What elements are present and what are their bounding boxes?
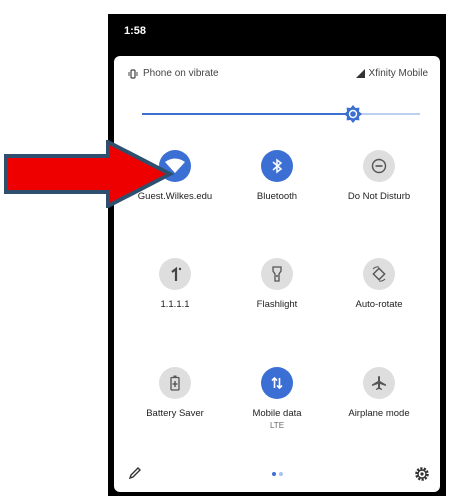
settings-button[interactable] [414, 466, 430, 487]
tile-do-not-disturb-button[interactable] [363, 150, 395, 182]
page-indicator [272, 472, 286, 476]
tile-bluetooth-label: Bluetooth [256, 191, 298, 202]
edit-button[interactable] [128, 466, 142, 485]
tile-flashlight[interactable]: Flashlight [224, 258, 330, 310]
brightness-icon[interactable] [344, 105, 362, 123]
tile-mobile-data-button[interactable] [261, 367, 293, 399]
status-bar: 1:58 [108, 14, 446, 54]
tile-vpn-button[interactable] [159, 258, 191, 290]
tile-flashlight-label: Flashlight [256, 299, 298, 310]
mobile-data-icon [271, 376, 283, 390]
ringer-status[interactable]: Phone on vibrate [128, 68, 219, 79]
tile-vpn-label: 1.1.1.1 [160, 299, 190, 310]
tile-airplane-mode[interactable]: Airplane mode [326, 367, 432, 419]
pencil-icon [128, 467, 141, 480]
bluetooth-icon [272, 158, 283, 174]
tile-auto-rotate[interactable]: Auto-rotate [326, 258, 432, 310]
carrier-label: Xfinity Mobile [368, 68, 428, 79]
battery-saver-icon [170, 375, 180, 391]
auto-rotate-icon [372, 266, 386, 282]
brightness-track-empty [353, 113, 420, 115]
tile-battery-saver-label: Battery Saver [146, 408, 204, 419]
annotation-arrow [4, 140, 174, 208]
tile-bluetooth[interactable]: Bluetooth [224, 150, 330, 202]
gear-icon [415, 467, 429, 481]
tile-battery-saver[interactable]: Battery Saver [122, 367, 228, 419]
page-dot-active[interactable] [272, 472, 276, 476]
phone-screen: 1:58 Phone on vibrate Xfinity Mobile Gue… [108, 14, 446, 496]
info-row: Phone on vibrate Xfinity Mobile [114, 56, 440, 86]
tile-vpn[interactable]: 1.1.1.1 [122, 258, 228, 310]
tile-do-not-disturb[interactable]: Do Not Disturb [326, 150, 432, 202]
tile-do-not-disturb-label: Do Not Disturb [347, 191, 411, 202]
tile-battery-saver-button[interactable] [159, 367, 191, 399]
do-not-disturb-icon [371, 158, 387, 174]
tile-bluetooth-button[interactable] [261, 150, 293, 182]
tile-mobile-data-label: Mobile data [252, 408, 302, 419]
signal-icon [355, 69, 365, 78]
brightness-track-filled [142, 113, 353, 115]
tile-flashlight-button[interactable] [261, 258, 293, 290]
tile-mobile-data-sublabel: LTE [269, 421, 285, 430]
brightness-slider[interactable] [142, 105, 420, 125]
vibrate-icon [128, 68, 138, 79]
tile-airplane-mode-label: Airplane mode [348, 408, 410, 419]
quick-settings-panel: Phone on vibrate Xfinity Mobile Guest.Wi… [114, 56, 440, 492]
vpn-icon [171, 266, 182, 281]
flashlight-icon [272, 266, 282, 282]
tile-auto-rotate-label: Auto-rotate [355, 299, 403, 310]
carrier-status[interactable]: Xfinity Mobile [355, 68, 428, 79]
tile-mobile-data[interactable]: Mobile data LTE [224, 367, 330, 430]
clock: 1:58 [124, 25, 147, 37]
tile-auto-rotate-button[interactable] [363, 258, 395, 290]
airplane-icon [372, 376, 386, 390]
page-dot[interactable] [279, 472, 283, 476]
tile-airplane-mode-button[interactable] [363, 367, 395, 399]
ringer-label: Phone on vibrate [143, 68, 219, 79]
